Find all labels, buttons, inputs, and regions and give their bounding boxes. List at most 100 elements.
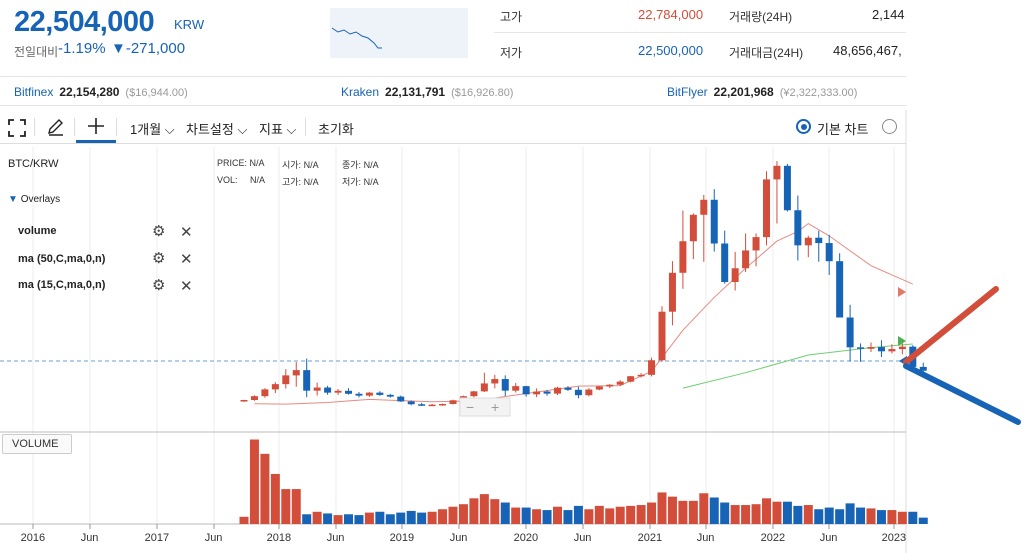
volume-bar [302, 514, 312, 524]
candle [480, 372, 488, 393]
candle-body [543, 391, 551, 394]
volume-bar [406, 510, 416, 524]
x-tick-label: 2016 [20, 532, 46, 544]
triangle-down-icon: ▼ [8, 194, 18, 205]
volume-bar [709, 497, 719, 524]
zoom-out-icon[interactable]: − [466, 399, 474, 415]
close-icon[interactable]: ✕ [180, 277, 193, 295]
volume-bar [678, 500, 688, 524]
candle-body [836, 261, 844, 318]
candle-body [585, 389, 593, 396]
volume-bar [239, 516, 249, 524]
volume-bar [542, 510, 552, 524]
candle-body [606, 384, 614, 387]
candle-body [261, 389, 269, 397]
candle [815, 230, 823, 262]
volume-bar [605, 508, 615, 524]
x-tick-label: Jun [80, 532, 99, 544]
candle [386, 393, 394, 398]
candle-body [700, 199, 708, 215]
candle [250, 395, 258, 401]
candle [658, 306, 666, 362]
info-low: 저가: N/A [342, 177, 379, 187]
volume-bar [385, 514, 395, 524]
candle-body [877, 347, 885, 352]
volume-bar [500, 502, 510, 524]
close-icon[interactable]: ✕ [180, 250, 193, 268]
candle-body [825, 243, 833, 262]
volume-bar [469, 498, 479, 524]
candle [501, 375, 509, 397]
candle-body [533, 391, 541, 395]
candle [627, 375, 635, 383]
x-tick-label: 2019 [389, 532, 415, 544]
gear-icon[interactable]: ⚙ [152, 249, 165, 267]
zoom-in-icon[interactable]: + [491, 399, 499, 415]
candle-body [742, 250, 750, 269]
candle [240, 399, 248, 402]
info-high: 고가: N/A [282, 177, 319, 187]
candle-body [794, 210, 802, 246]
volume-bar [438, 509, 448, 524]
gear-icon[interactable]: ⚙ [152, 276, 165, 294]
close-icon[interactable]: ✕ [180, 223, 193, 241]
annotation-arrow-down [903, 363, 1021, 425]
candle [512, 383, 520, 393]
candle-body [501, 379, 509, 391]
candle [418, 402, 426, 406]
x-tick-label: 2017 [144, 532, 170, 544]
volume-bar [887, 510, 897, 524]
volume-bar [323, 513, 333, 524]
gear-icon[interactable]: ⚙ [152, 222, 165, 240]
candle [606, 384, 614, 389]
x-tick-label: 2018 [266, 532, 292, 544]
info-price: PRICE: N/A [217, 158, 265, 168]
candle-body [731, 268, 739, 282]
symbol-label: BTC/KRW [8, 158, 59, 170]
x-tick-label: Jun [449, 532, 468, 544]
candle-body [721, 243, 729, 282]
candle [449, 399, 457, 405]
volume-bar [594, 505, 604, 524]
volume-bar [249, 439, 259, 524]
x-tick-label: Jun [819, 532, 838, 544]
volume-bar [835, 509, 845, 524]
candle-body [334, 390, 342, 393]
x-tick-label: 2022 [760, 532, 786, 544]
candle-body [752, 237, 760, 251]
volume-bar [354, 515, 364, 524]
candle [261, 388, 269, 398]
volume-bar [918, 517, 928, 524]
candle [292, 362, 300, 387]
candle-body [386, 394, 394, 397]
volume-button[interactable]: VOLUME [2, 434, 72, 454]
candle [731, 251, 739, 291]
overlays-toggle[interactable]: ▼ Overlays [8, 194, 60, 205]
candle [345, 388, 352, 395]
candle-body [574, 389, 582, 396]
x-tick-label: 2023 [881, 532, 907, 544]
volume-bar [511, 507, 521, 524]
candle [397, 395, 405, 402]
candles [240, 161, 927, 407]
volume-bar [396, 512, 406, 524]
candle-body [292, 370, 300, 376]
volume-bar [260, 453, 270, 524]
candle-body [898, 346, 906, 350]
candle [365, 391, 373, 397]
volume-bar [490, 499, 500, 524]
volume-bars [239, 439, 928, 524]
candle [376, 391, 384, 396]
volume-bar [824, 507, 834, 524]
candle [721, 230, 729, 284]
volume-bar [448, 506, 458, 524]
volume-bar [793, 505, 803, 524]
volume-bar [417, 512, 427, 524]
volume-bar [626, 505, 636, 524]
x-tick-label: 2020 [513, 532, 539, 544]
volume-bar [584, 509, 594, 524]
candle-body [512, 386, 520, 391]
candle-body [324, 387, 332, 393]
candle-body [658, 311, 666, 361]
volume-bar [563, 510, 573, 524]
